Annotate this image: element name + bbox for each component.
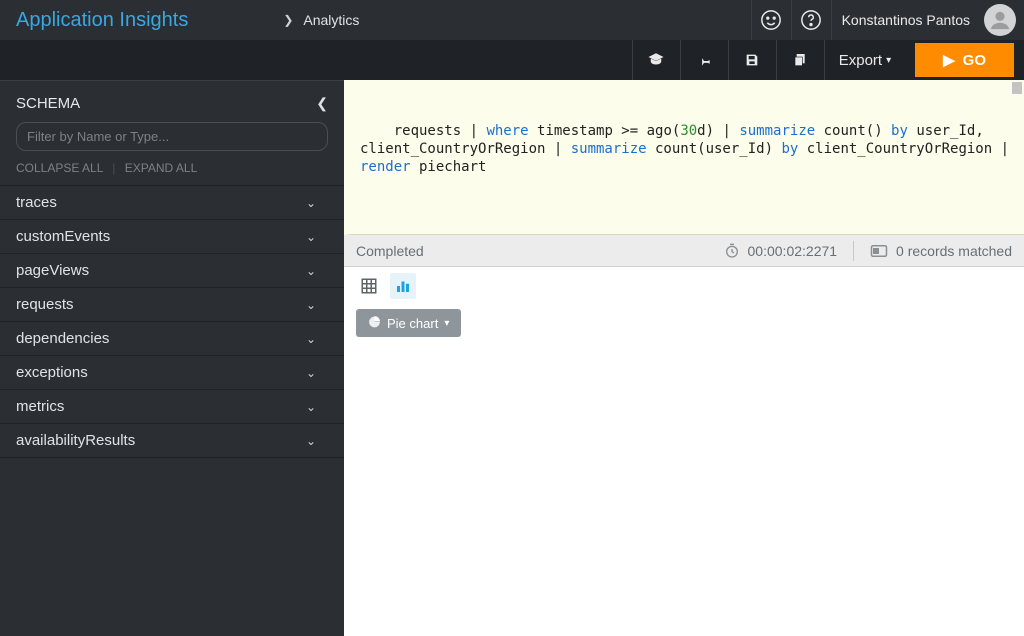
schema-item-label: customEvents <box>16 228 110 245</box>
top-bar: Application Insights ❯ Analytics Konstan… <box>0 0 1024 40</box>
copy-icon[interactable] <box>776 40 824 80</box>
query-token: client_CountryOrRegion | <box>798 141 1017 157</box>
query-token: count() <box>815 123 891 139</box>
schema-title: SCHEMA <box>16 95 316 112</box>
schema-item-exceptions[interactable]: exceptions ⌄ <box>0 356 344 390</box>
schema-item-label: requests <box>16 296 74 313</box>
content-area: requests | where timestamp >= ago(30d) |… <box>344 80 1024 636</box>
collapse-all-button[interactable]: COLLAPSE ALL <box>16 161 103 175</box>
schema-item-label: dependencies <box>16 330 109 347</box>
expand-all-button[interactable]: EXPAND ALL <box>125 161 197 175</box>
schema-filter-input[interactable] <box>16 122 328 151</box>
schema-sidebar: SCHEMA ❮ COLLAPSE ALL | EXPAND ALL trace… <box>0 80 344 636</box>
pie-chart-icon <box>368 315 381 331</box>
view-toolbar <box>344 267 1024 305</box>
schema-item-label: exceptions <box>16 364 88 381</box>
query-token: summarize <box>571 141 647 157</box>
query-token: summarize <box>739 123 815 139</box>
save-icon[interactable] <box>728 40 776 80</box>
query-token: requests | <box>394 123 487 139</box>
schema-item-metrics[interactable]: metrics ⌄ <box>0 390 344 424</box>
status-records: 0 records matched <box>896 243 1012 259</box>
schema-item-customevents[interactable]: customEvents ⌄ <box>0 220 344 254</box>
play-icon: ▶ <box>943 51 955 69</box>
records-icon <box>870 244 888 258</box>
academic-cap-icon[interactable] <box>632 40 680 80</box>
status-bar: Completed 00:00:02:2271 0 records matche… <box>344 235 1024 267</box>
query-token: render <box>360 159 411 175</box>
action-toolbar: Export ▾ ▶ GO <box>0 40 1024 80</box>
chart-type-selector[interactable]: Pie chart ▾ <box>356 309 461 337</box>
chevron-down-icon: ⌄ <box>306 264 328 278</box>
query-token: count(user_Id) <box>647 141 782 157</box>
schema-item-traces[interactable]: traces ⌄ <box>0 185 344 220</box>
chevron-down-icon: ⌄ <box>306 332 328 346</box>
chart-type-label: Pie chart <box>387 316 438 331</box>
query-token: by <box>781 141 798 157</box>
chevron-right-icon: ❯ <box>283 13 293 27</box>
query-editor[interactable]: requests | where timestamp >= ago(30d) |… <box>344 80 1024 235</box>
chart-view-button[interactable] <box>390 273 416 299</box>
timer-icon <box>724 243 740 259</box>
help-icon[interactable] <box>791 0 831 40</box>
separator: | <box>112 161 115 175</box>
schema-item-pageviews[interactable]: pageViews ⌄ <box>0 254 344 288</box>
breadcrumb-item[interactable]: Analytics <box>303 12 359 28</box>
go-button[interactable]: ▶ GO <box>915 43 1014 77</box>
export-label: Export <box>839 52 882 69</box>
chevron-down-icon: ⌄ <box>306 366 328 380</box>
chevron-down-icon: ▾ <box>886 55 891 66</box>
brand-title[interactable]: Application Insights <box>0 9 188 32</box>
status-duration: 00:00:02:2271 <box>748 243 838 259</box>
user-avatar[interactable] <box>984 4 1016 36</box>
chevron-down-icon: ⌄ <box>306 434 328 448</box>
chevron-down-icon: ▾ <box>444 318 449 329</box>
status-state: Completed <box>356 243 424 259</box>
table-view-button[interactable] <box>356 273 382 299</box>
query-token: piechart <box>411 159 487 175</box>
schema-item-label: metrics <box>16 398 64 415</box>
query-token: by <box>891 123 908 139</box>
pin-icon[interactable] <box>680 40 728 80</box>
chevron-down-icon: ⌄ <box>306 298 328 312</box>
schema-list: traces ⌄ customEvents ⌄ pageViews ⌄ request… <box>0 185 344 458</box>
feedback-icon[interactable] <box>751 0 791 40</box>
schema-item-dependencies[interactable]: dependencies ⌄ <box>0 322 344 356</box>
schema-item-label: traces <box>16 194 57 211</box>
chevron-down-icon: ⌄ <box>306 230 328 244</box>
query-token: timestamp >= ago( <box>529 123 681 139</box>
schema-item-label: availabilityResults <box>16 432 135 449</box>
collapse-sidebar-icon[interactable]: ❮ <box>316 95 328 112</box>
results-pane <box>344 349 1024 636</box>
scrollbar-thumb[interactable] <box>1012 82 1022 94</box>
query-token: 30 <box>680 123 697 139</box>
main-area: SCHEMA ❮ COLLAPSE ALL | EXPAND ALL trace… <box>0 80 1024 636</box>
chevron-down-icon: ⌄ <box>306 400 328 414</box>
export-button[interactable]: Export ▾ <box>824 40 905 80</box>
go-label: GO <box>963 52 986 69</box>
chevron-down-icon: ⌄ <box>306 196 328 210</box>
schema-item-label: pageViews <box>16 262 89 279</box>
schema-item-availabilityresults[interactable]: availabilityResults ⌄ <box>0 424 344 458</box>
query-token: d) | <box>697 123 739 139</box>
query-token: where <box>486 123 528 139</box>
schema-item-requests[interactable]: requests ⌄ <box>0 288 344 322</box>
separator <box>853 241 854 261</box>
user-name[interactable]: Konstantinos Pantos <box>831 0 980 40</box>
